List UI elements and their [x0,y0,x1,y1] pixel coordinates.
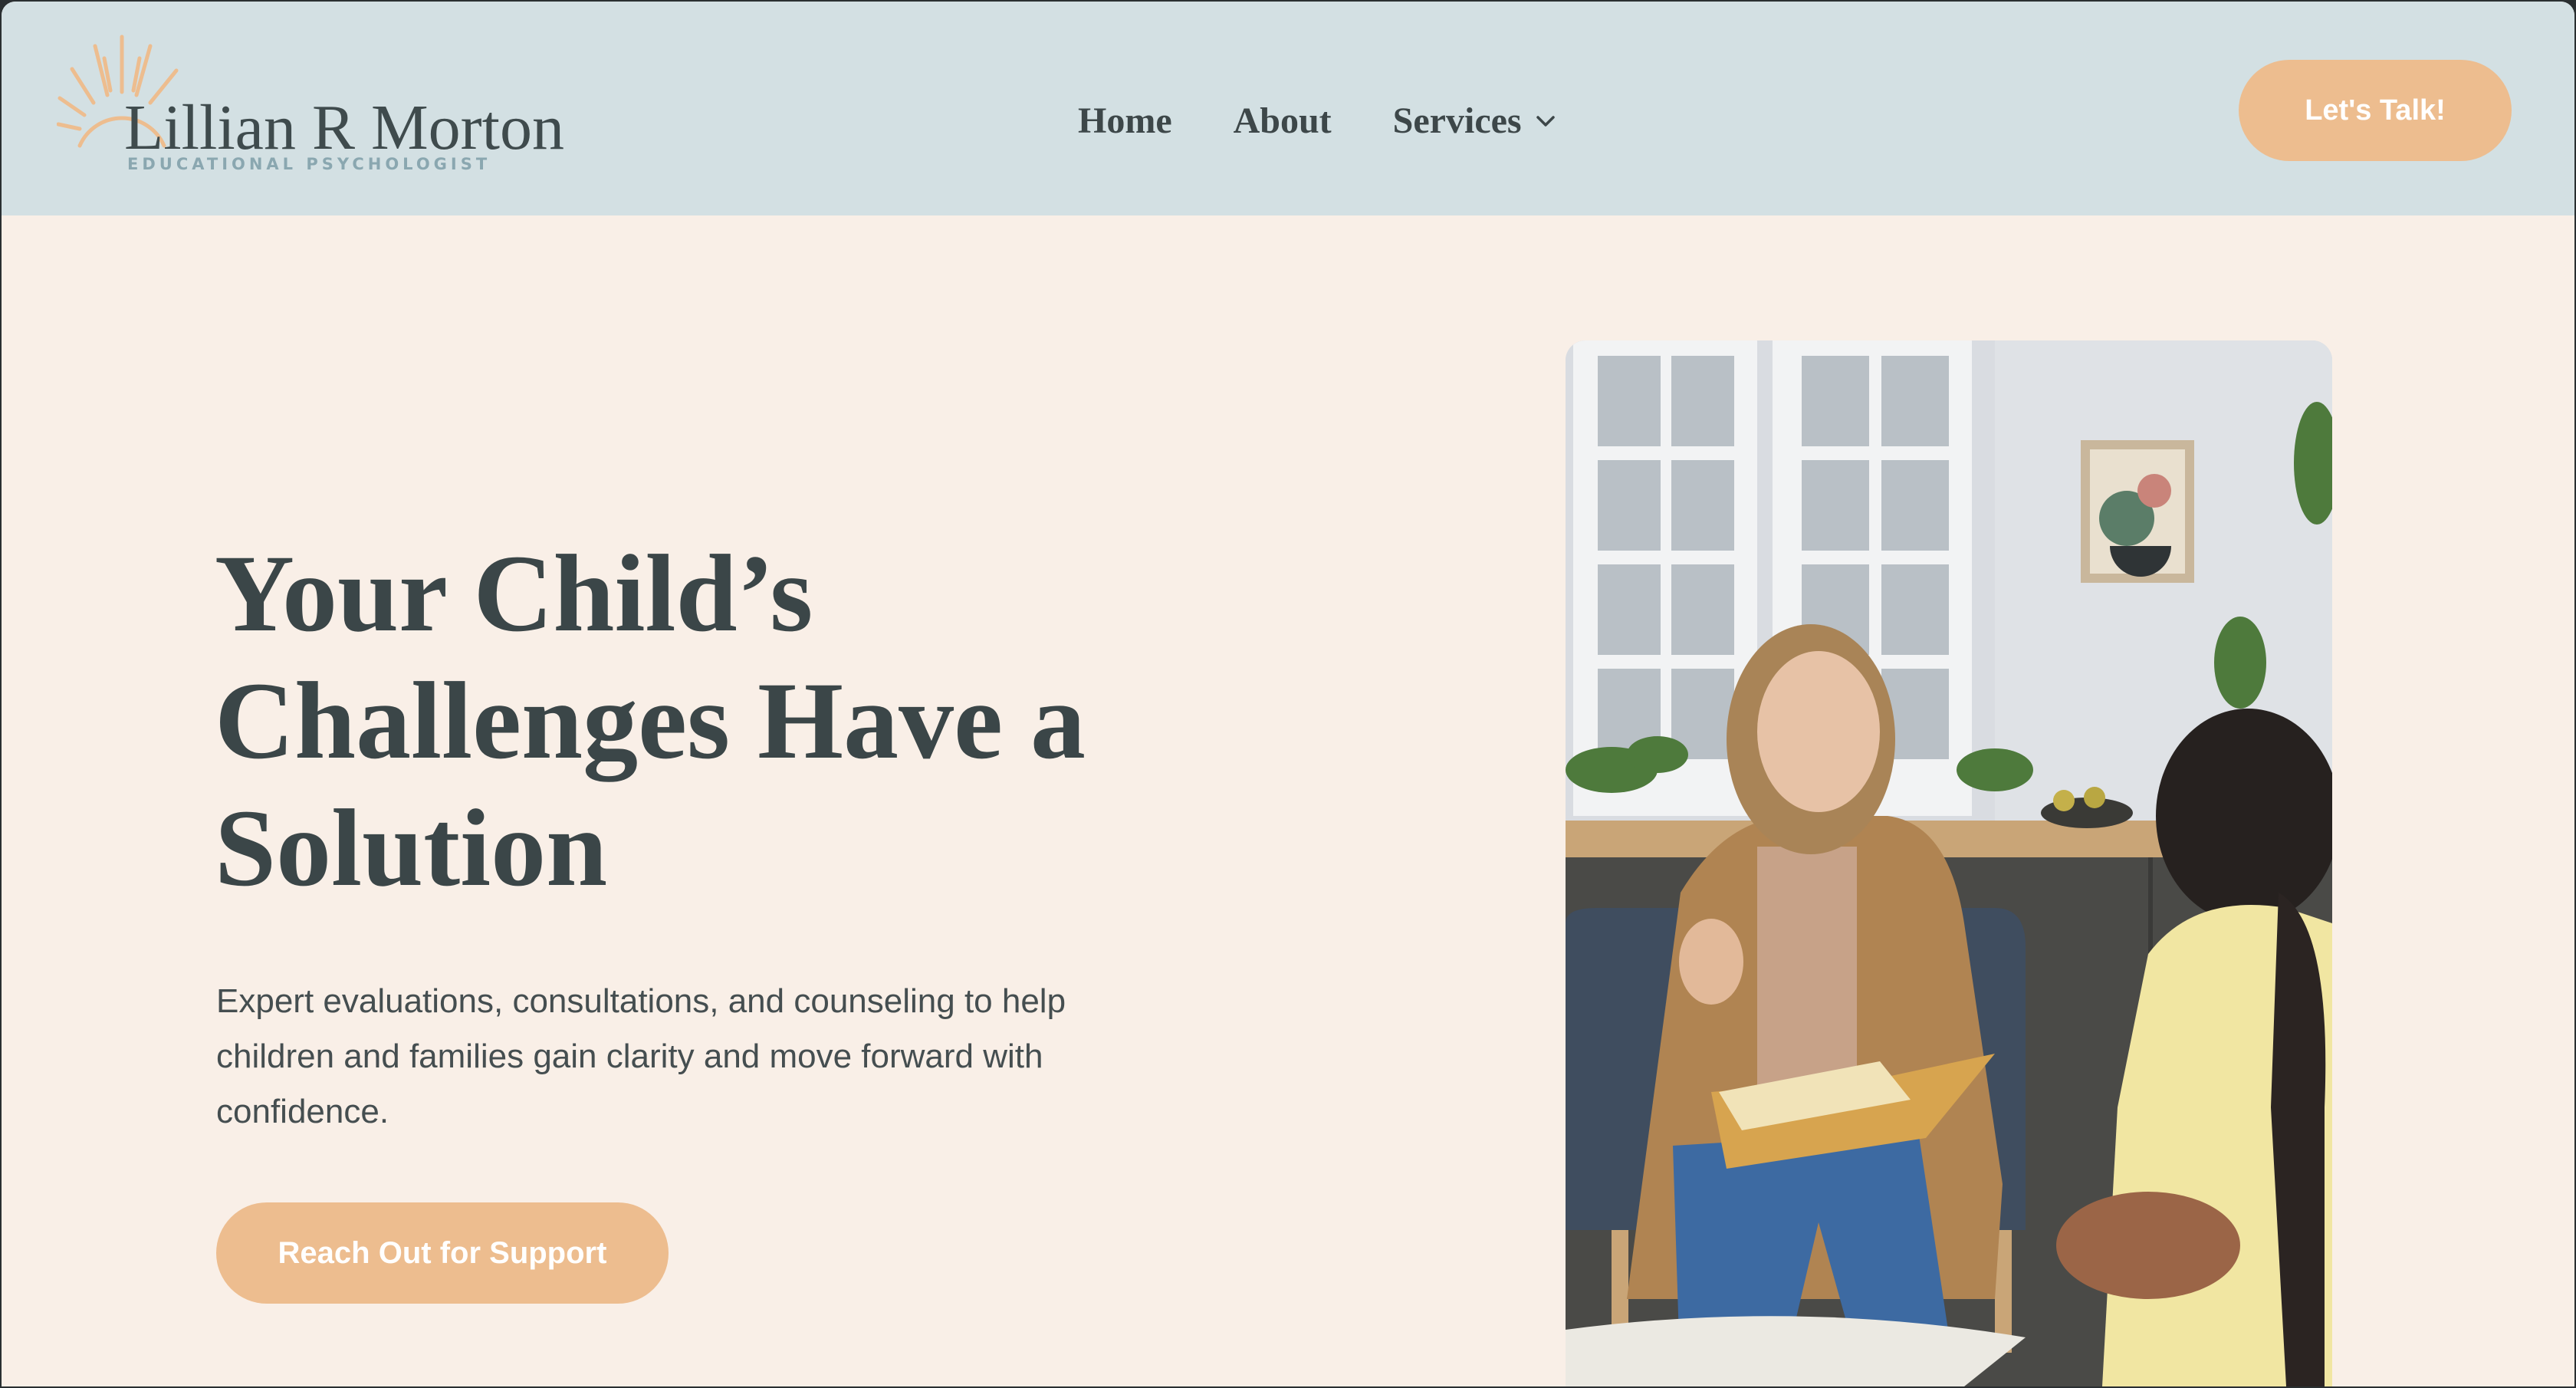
brand-name: Lillian R Morton [124,92,564,163]
nav-home[interactable]: Home [1078,100,1172,142]
hero-title: Your Child’s Challenges Have a Solution [215,533,1086,909]
nav-services[interactable]: Services [1393,100,1556,142]
brand-tagline: EDUCATIONAL PSYCHOLOGIST [127,155,491,173]
logo[interactable]: Lillian R Morton EDUCATIONAL PSYCHOLOGIS… [57,31,578,184]
chevron-down-icon [1536,115,1555,127]
main-nav: Home About Services [1078,100,1556,142]
nav-about[interactable]: About [1234,100,1332,142]
nav-services-label: Services [1392,100,1522,141]
page: Lillian R Morton EDUCATIONAL PSYCHOLOGIS… [2,2,2574,1386]
nav-home-label: Home [1078,100,1172,141]
site-header: Lillian R Morton EDUCATIONAL PSYCHOLOGIS… [2,2,2574,215]
counseling-session-illustration [1566,340,2332,1386]
nav-about-label: About [1233,100,1332,141]
hero-description: Expert evaluations, consultations, and c… [216,982,1066,1130]
lets-talk-button[interactable]: Let's Talk! [2239,60,2512,161]
reach-out-button[interactable]: Reach Out for Support [216,1202,669,1304]
hero-photo [1566,340,2332,1386]
